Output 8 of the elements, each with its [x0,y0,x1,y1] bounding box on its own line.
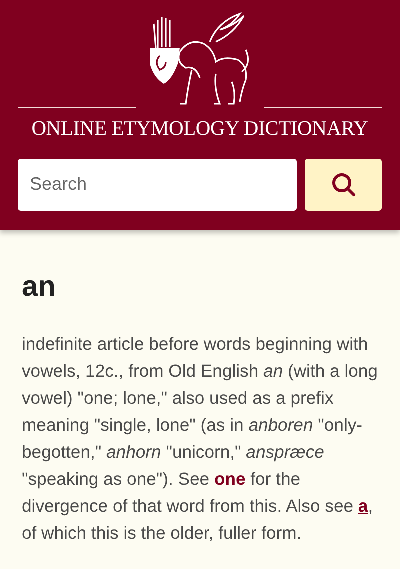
entry-word: an [22,270,57,305]
search-icon [330,172,357,198]
word-link[interactable]: a [358,496,368,516]
word-link[interactable]: one [214,468,246,489]
search-field[interactable]: Search [18,158,298,211]
entry-definition: indefinite article before words beginning with vowels, 12c., from Old English an (with a long vowel) "one; lone," also used as a prefix meaning "single, lone" (as in anboren "only-begotten," anhorn "unicorn," anspræce "speaking as one"). See one for the divergence of that word from this. Also see a, of which this is the older, fuller form. [22,332,379,545]
search-button[interactable] [305,158,382,211]
site-title[interactable]: ONLINE ETYMOLOGY DICTIONARY [18,114,382,145]
